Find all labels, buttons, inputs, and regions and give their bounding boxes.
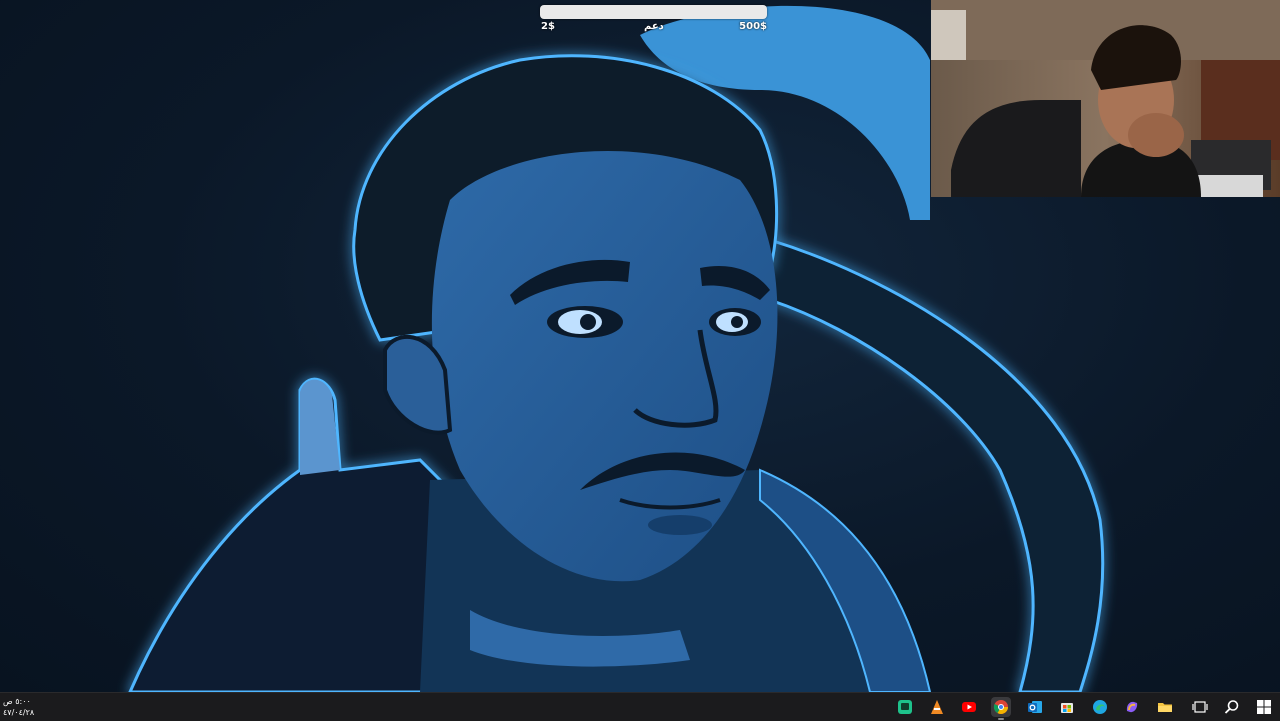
donation-progress-track — [540, 5, 767, 19]
windows-start-icon[interactable] — [1254, 697, 1274, 717]
chrome-icon[interactable] — [991, 697, 1011, 720]
webcam-feed — [931, 0, 1280, 197]
task-view-icon[interactable] — [1190, 697, 1210, 717]
system-clock[interactable]: ٥:٠٠ ص ٤٧/٠٤/٢٨ — [3, 696, 34, 718]
store-icon[interactable] — [1057, 697, 1077, 717]
donation-title: دعم — [644, 21, 664, 32]
mobile-app-icon[interactable] — [895, 697, 915, 717]
taskbar: ٥:٠٠ ص ٤٧/٠٤/٢٨ — [0, 692, 1280, 721]
file-explorer-icon[interactable] — [1155, 697, 1175, 717]
donation-goal-bar: 2$ دعم 500$ — [540, 5, 767, 35]
edge-icon[interactable] — [1090, 697, 1110, 717]
webcam-image — [931, 0, 1280, 197]
donation-max-label: 500$ — [739, 21, 767, 32]
desktop-wallpaper: 2$ دعم 500$ — [0, 0, 1280, 692]
clock-date: ٤٧/٠٤/٢٨ — [3, 708, 35, 717]
search-icon[interactable] — [1222, 697, 1242, 717]
youtube-icon[interactable] — [959, 697, 979, 717]
clock-time: ٥:٠٠ ص — [3, 697, 31, 706]
copilot-icon[interactable] — [1122, 697, 1142, 717]
outlook-icon[interactable] — [1025, 697, 1045, 717]
donation-min-label: 2$ — [541, 21, 555, 32]
vlc-icon[interactable] — [927, 697, 947, 717]
